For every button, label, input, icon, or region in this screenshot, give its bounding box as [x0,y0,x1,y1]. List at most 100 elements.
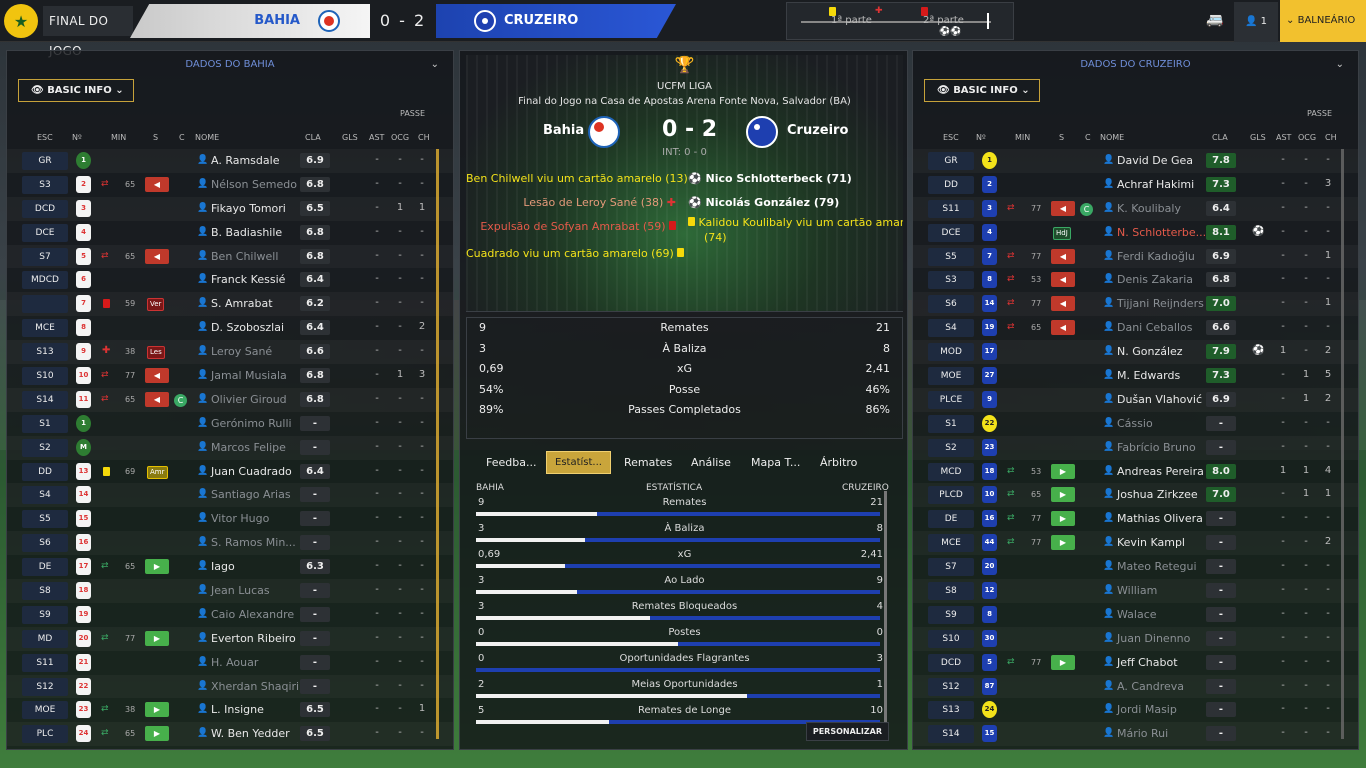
player-row[interactable]: 7 59 Ver 👤 S. Amrabat 6.2 - - - [7,292,453,316]
player-row[interactable]: MD 20 ⇄ 77 ▶ 👤 Everton Ribeiro - - - - [7,627,453,651]
player-name[interactable]: Mateo Retegui [1117,560,1197,573]
player-row[interactable]: S10 10 ⇄ 77 ◀ 👤 Jamal Musiala 6.8 - 1 3 [7,364,453,388]
view-selector-button[interactable]: 👁 BASIC INFO ⌄ [924,79,1040,102]
player-name[interactable]: Leroy Sané [211,345,272,358]
player-row[interactable]: S12 22 👤 Xherdan Shaqiri - - - - [7,675,453,699]
sub-in-button[interactable]: ▶ [1051,535,1075,551]
player-name[interactable]: B. Badiashile [211,226,282,239]
tab-feedback[interactable]: Feedba... [486,456,536,469]
sub-out-button[interactable]: ◀ [1051,248,1075,264]
player-row[interactable]: S8 12 👤 William - - - - [913,579,1358,603]
player-name[interactable]: Mathias Olivera [1117,512,1203,525]
tab-arbitro[interactable]: Árbitro [820,456,857,469]
player-row[interactable]: DE 17 ⇄ 65 ▶ 👤 Iago 6.3 - - - [7,555,453,579]
player-name[interactable]: Olivier Giroud [211,393,287,406]
player-name[interactable]: Franck Kessié [211,273,285,286]
sub-in-button[interactable]: ▶ [1051,654,1075,670]
sub-out-button[interactable]: ◀ [1051,296,1075,312]
event-home-2[interactable]: Lesão de Leroy Sané (38) ✚ [466,196,676,209]
player-name[interactable]: Kevin Kampl [1117,536,1185,549]
chevron-down-icon[interactable]: ⌄ [431,59,439,70]
player-name[interactable]: H. Aouar [211,656,258,669]
scrollbar[interactable] [436,149,439,739]
player-name[interactable]: Dušan Vlahović [1117,393,1202,406]
player-name[interactable]: A. Ramsdale [211,154,279,167]
scrollbar[interactable] [1341,149,1344,739]
player-row[interactable]: MDCD 6 👤 Franck Kessié 6.4 - - - [7,268,453,292]
player-name[interactable]: Tijjani Reijnders [1117,297,1204,310]
home-team-bar[interactable]: BAHIA [130,4,370,38]
player-name[interactable]: Walace [1117,608,1157,621]
player-row[interactable]: S7 5 ⇄ 65 ◀ 👤 Ben Chilwell 6.8 - - - [7,245,453,269]
player-row[interactable]: S13 9 ✚ 38 Les 👤 Leroy Sané 6.6 - - - [7,340,453,364]
player-name[interactable]: S. Amrabat [211,297,273,310]
player-name[interactable]: N. González [1117,345,1183,358]
sub-out-button[interactable]: ◀ [145,391,169,407]
player-row[interactable]: S7 20 👤 Mateo Retegui - - - - [913,555,1358,579]
away-team-bar[interactable]: CRUZEIRO [436,4,676,38]
league-logo-icon[interactable]: ★ [4,4,38,38]
player-row[interactable]: S2 M 👤 Marcos Felipe - - - - [7,436,453,460]
player-row[interactable]: MCE 44 ⇄ 77 ▶ 👤 Kevin Kampl - - - 2 [913,531,1358,555]
player-name[interactable]: Cássio [1117,417,1153,430]
event-home-4[interactable]: Cuadrado viu um cartão amarelo (69) [466,247,685,260]
player-row[interactable]: PLC 24 ⇄ 65 ▶ 👤 W. Ben Yedder 6.5 - - - [7,722,453,746]
event-away-1[interactable]: ⚽ Nico Schlotterbeck (71) [688,172,852,185]
player-row[interactable]: S9 19 👤 Caio Alexandre - - - - [7,603,453,627]
player-name[interactable]: L. Insigne [211,703,264,716]
player-row[interactable]: MOE 27 👤 M. Edwards 7.3 - 1 5 [913,364,1358,388]
player-row[interactable]: S5 7 ⇄ 77 ◀ 👤 Ferdi Kadıoğlu 6.9 - - 1 [913,245,1358,269]
col-nome[interactable]: NOME [195,133,219,142]
player-row[interactable]: S10 30 👤 Juan Dinenno - - - - [913,627,1358,651]
col-ocg[interactable]: OCG [391,133,409,142]
player-name[interactable]: Caio Alexandre [211,608,294,621]
player-name[interactable]: Ben Chilwell [211,250,278,263]
player-row[interactable]: S4 19 ⇄ 65 ◀ 👤 Dani Ceballos 6.6 - - - [913,316,1358,340]
player-name[interactable]: Mário Rui [1117,727,1168,740]
dressing-room-button[interactable]: ⌄ BALNEÁRIO [1280,0,1366,42]
sub-in-button[interactable]: ▶ [1051,511,1075,527]
player-row[interactable]: S2 23 👤 Fabrício Bruno - - - - [913,436,1358,460]
tab-estatisticas[interactable]: Estatíst... [546,451,611,474]
player-name[interactable]: Everton Ribeiro [211,632,296,645]
player-row[interactable]: PLCD 10 ⇄ 65 ▶ 👤 Joshua Zirkzee 7.0 - 1 1 [913,483,1358,507]
player-row[interactable]: DCE 4 👤 B. Badiashile 6.8 - - - [7,221,453,245]
player-row[interactable]: MCE 8 👤 D. Szoboszlai 6.4 - - 2 [7,316,453,340]
player-name[interactable]: Fabrício Bruno [1117,441,1196,454]
player-name[interactable]: S. Ramos Min... [211,536,296,549]
player-row[interactable]: MOD 17 👤 N. González 7.9 ⚽ 1 - 2 [913,340,1358,364]
col-ch[interactable]: CH [1325,133,1337,142]
player-name[interactable]: Gerónimo Rulli [211,417,292,430]
col-gls[interactable]: GLS [1250,133,1266,142]
player-row[interactable]: S9 8 👤 Walace - - - - [913,603,1358,627]
player-name[interactable]: Juan Dinenno [1117,632,1190,645]
player-name[interactable]: D. Szoboszlai [211,321,284,334]
player-name[interactable]: Jeff Chabot [1117,656,1178,669]
player-name[interactable]: William [1117,584,1157,597]
player-row[interactable]: S4 14 👤 Santiago Arias - - - - [7,483,453,507]
player-row[interactable]: S14 15 👤 Mário Rui - - - - [913,722,1358,746]
col-num[interactable]: Nº [72,133,82,142]
player-row[interactable]: MCD 18 ⇄ 53 ▶ 👤 Andreas Pereira 8.0 1 1 4 [913,460,1358,484]
player-row[interactable]: S3 8 ⇄ 53 ◀ 👤 Denis Zakaria 6.8 - - - [913,268,1358,292]
chevron-down-icon[interactable]: ⌄ [1336,59,1344,70]
player-name[interactable]: Joshua Zirkzee [1117,488,1198,501]
player-name[interactable]: Dani Ceballos [1117,321,1192,334]
player-row[interactable]: S11 21 👤 H. Aouar - - - - [7,651,453,675]
col-s[interactable]: S [1059,133,1064,142]
col-cla[interactable]: CLA [1212,133,1228,142]
col-ast[interactable]: AST [369,133,384,142]
player-name[interactable]: Vitor Hugo [211,512,269,525]
player-row[interactable]: PLCE 9 👤 Dušan Vlahović 6.9 - 1 2 [913,388,1358,412]
player-name[interactable]: Fikayo Tomori [211,202,286,215]
col-c[interactable]: C [1085,133,1091,142]
col-ch[interactable]: CH [418,133,430,142]
col-min[interactable]: MIN [111,133,126,142]
player-name[interactable]: Marcos Felipe [211,441,286,454]
tab-remates[interactable]: Remates [624,456,672,469]
player-name[interactable]: Jean Lucas [211,584,270,597]
col-cla[interactable]: CLA [305,133,321,142]
sub-out-button[interactable]: ◀ [1051,320,1075,336]
player-name[interactable]: Santiago Arias [211,488,291,501]
player-row[interactable]: DCE 4 HdJ 👤 N. Schlotterbe... 8.1 ⚽ - - - [913,221,1358,245]
